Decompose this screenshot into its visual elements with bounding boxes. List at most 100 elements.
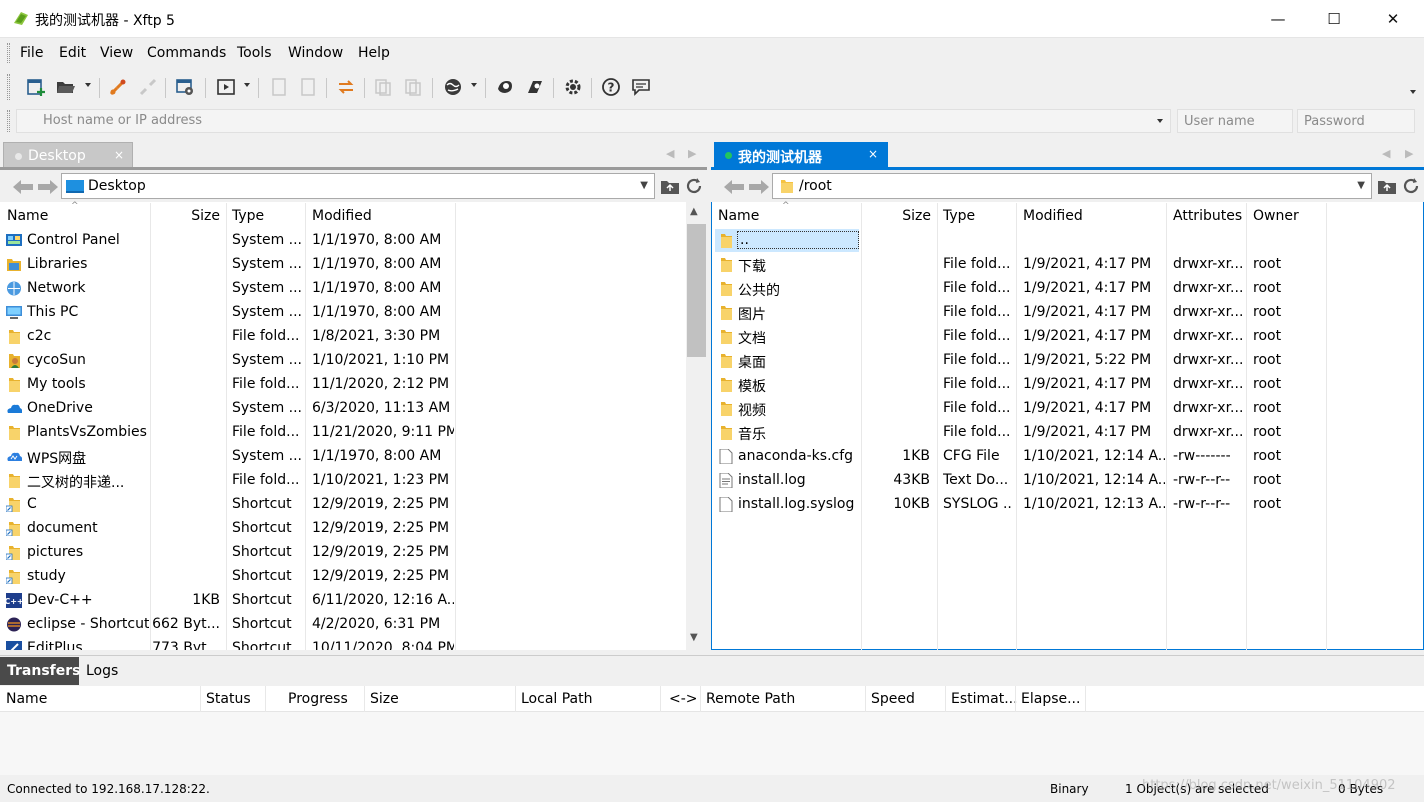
menu-window[interactable]: Window bbox=[288, 45, 343, 61]
path-dropdown-icon[interactable]: ▼ bbox=[1357, 180, 1365, 191]
host-dropdown-icon[interactable] bbox=[1157, 119, 1163, 123]
col-remote-path[interactable]: Remote Path bbox=[706, 691, 795, 707]
back-icon[interactable] bbox=[723, 179, 745, 195]
col-type[interactable]: Type bbox=[943, 203, 975, 229]
col-size[interactable]: Size bbox=[861, 203, 931, 229]
tab-close-icon[interactable]: × bbox=[114, 148, 124, 162]
col-modified[interactable]: Modified bbox=[1023, 203, 1083, 229]
file-row[interactable]: 视频 File fold... 1/9/2021, 4:17 PM drwxr-xr.… bbox=[712, 397, 1423, 421]
col-speed[interactable]: Speed bbox=[871, 691, 915, 707]
parent-dir-row[interactable]: .. bbox=[712, 229, 1423, 253]
col-estimated[interactable]: Estimat... bbox=[951, 691, 1018, 707]
xftp-icon[interactable] bbox=[524, 76, 546, 98]
scroll-up-icon[interactable]: ▲ bbox=[690, 206, 698, 217]
col-direction[interactable]: <-> bbox=[669, 691, 698, 707]
file-row[interactable]: 二叉树的非递... File fold... 1/10/2021, 1:23 PM bbox=[0, 469, 686, 493]
copy-icon[interactable] bbox=[297, 76, 319, 98]
tab-desktop[interactable]: Desktop × bbox=[3, 142, 133, 168]
file-row[interactable]: 下载 File fold... 1/9/2021, 4:17 PM drwxr-xr.… bbox=[712, 253, 1423, 277]
file-row[interactable]: install.log 43KB Text Do... 1/10/2021, 12:1… bbox=[712, 469, 1423, 493]
minimize-button[interactable]: — bbox=[1249, 0, 1307, 38]
file-row[interactable]: My tools File fold... 11/1/2020, 2:12 PM bbox=[0, 373, 686, 397]
paste-icon[interactable] bbox=[372, 76, 394, 98]
file-row[interactable]: Network System ... 1/1/1970, 8:00 AM bbox=[0, 277, 686, 301]
col-elapsed[interactable]: Elapse... bbox=[1021, 691, 1080, 707]
refresh-left-icon[interactable] bbox=[684, 177, 704, 195]
file-row[interactable]: anaconda-ks.cfg 1KB CFG File 1/10/2021, 12:… bbox=[712, 445, 1423, 469]
file-row[interactable]: PlantsVsZombies File fold... 11/21/2020, 9… bbox=[0, 421, 686, 445]
refresh-right-icon[interactable] bbox=[1401, 177, 1421, 195]
feedback-icon[interactable] bbox=[630, 76, 652, 98]
scroll-thumb[interactable] bbox=[687, 224, 706, 357]
tab-logs[interactable]: Logs bbox=[86, 663, 118, 679]
menu-edit[interactable]: Edit bbox=[59, 45, 86, 61]
close-button[interactable]: ✕ bbox=[1364, 0, 1422, 38]
host-input[interactable]: Host name or IP address bbox=[16, 109, 1171, 133]
parent-folder-icon[interactable] bbox=[660, 177, 680, 195]
left-scrollbar[interactable]: ▲ ▼ bbox=[686, 202, 707, 650]
web-icon[interactable] bbox=[442, 76, 464, 98]
col-transfer-name[interactable]: Name bbox=[6, 691, 47, 707]
menu-help[interactable]: Help bbox=[358, 45, 390, 61]
file-row[interactable]: 图片 File fold... 1/9/2021, 4:17 PM drwxr-xr.… bbox=[712, 301, 1423, 325]
transfer-dropdown-icon[interactable] bbox=[244, 83, 250, 87]
left-path-box[interactable]: Desktop ▼ bbox=[61, 173, 655, 199]
col-attributes[interactable]: Attributes bbox=[1173, 203, 1242, 229]
open-dropdown-icon[interactable] bbox=[85, 83, 91, 87]
sync-icon[interactable] bbox=[335, 76, 357, 98]
path-dropdown-icon[interactable]: ▼ bbox=[640, 180, 648, 191]
file-row[interactable]: document Shortcut 12/9/2019, 2:25 PM bbox=[0, 517, 686, 541]
username-input[interactable]: User name bbox=[1177, 109, 1293, 133]
tab-scroll-right-icon[interactable]: ▶ bbox=[688, 147, 696, 160]
new-session-icon[interactable] bbox=[25, 76, 47, 98]
col-local-path[interactable]: Local Path bbox=[521, 691, 593, 707]
back-icon[interactable] bbox=[12, 179, 34, 195]
connect-icon[interactable] bbox=[107, 76, 129, 98]
file-row[interactable]: c2c File fold... 1/8/2021, 3:30 PM bbox=[0, 325, 686, 349]
paste-into-icon[interactable] bbox=[402, 76, 424, 98]
web-dropdown-icon[interactable] bbox=[471, 83, 477, 87]
file-row[interactable]: Control Panel System ... 1/1/1970, 8:00 AM bbox=[0, 229, 686, 253]
col-size[interactable]: Size bbox=[150, 203, 220, 229]
tab-close-icon[interactable]: × bbox=[868, 147, 878, 161]
file-row[interactable]: pictures Shortcut 12/9/2019, 2:25 PM bbox=[0, 541, 686, 565]
file-row[interactable]: 公共的 File fold... 1/9/2021, 4:17 PM drwxr-xr… bbox=[712, 277, 1423, 301]
refresh-icon[interactable] bbox=[268, 76, 290, 98]
right-path-box[interactable]: /root ▼ bbox=[772, 173, 1372, 199]
file-row[interactable]: OneDrive System ... 6/3/2020, 11:13 AM bbox=[0, 397, 686, 421]
col-name[interactable]: Name bbox=[7, 203, 48, 229]
tab-scroll-left-icon[interactable]: ◀ bbox=[666, 147, 674, 160]
parent-folder-icon[interactable] bbox=[1377, 177, 1397, 195]
toolbar-overflow-icon[interactable] bbox=[1410, 90, 1416, 94]
file-row[interactable]: cycoSun System ... 1/10/2021, 1:10 PM bbox=[0, 349, 686, 373]
menu-view[interactable]: View bbox=[100, 45, 133, 61]
file-row[interactable]: eclipse - Shortcut 662 Byt... Shortcut 4/2/… bbox=[0, 613, 686, 637]
file-row[interactable]: 文档 File fold... 1/9/2021, 4:17 PM drwxr-xr.… bbox=[712, 325, 1423, 349]
scroll-down-icon[interactable]: ▼ bbox=[690, 632, 698, 643]
file-row[interactable]: install.log.syslog 10KB SYSLOG ... 1/10/202… bbox=[712, 493, 1423, 517]
file-row[interactable]: study Shortcut 12/9/2019, 2:25 PM bbox=[0, 565, 686, 589]
col-name[interactable]: Name bbox=[718, 203, 759, 229]
menu-commands[interactable]: Commands bbox=[147, 45, 226, 61]
file-row[interactable]: EditPlus 773 Byt... Shortcut 10/11/2020, 8:… bbox=[0, 637, 686, 650]
password-input[interactable]: Password bbox=[1297, 109, 1415, 133]
forward-icon[interactable] bbox=[748, 179, 770, 195]
file-row[interactable]: Libraries System ... 1/1/1970, 8:00 AM bbox=[0, 253, 686, 277]
file-row[interactable]: 模板 File fold... 1/9/2021, 4:17 PM drwxr-xr.… bbox=[712, 373, 1423, 397]
menu-file[interactable]: File bbox=[20, 45, 43, 61]
col-modified[interactable]: Modified bbox=[312, 203, 372, 229]
maximize-button[interactable]: ☐ bbox=[1305, 0, 1363, 38]
file-row[interactable]: C Shortcut 12/9/2019, 2:25 PM bbox=[0, 493, 686, 517]
session-properties-icon[interactable] bbox=[174, 76, 196, 98]
open-folder-icon[interactable] bbox=[55, 76, 77, 98]
file-row[interactable]: WPS网盘 System ... 1/1/1970, 8:00 AM bbox=[0, 445, 686, 469]
tab-remote-session[interactable]: 我的测试机器 × bbox=[714, 142, 888, 168]
col-status[interactable]: Status bbox=[206, 691, 251, 707]
options-icon[interactable] bbox=[562, 76, 584, 98]
xshell-icon[interactable] bbox=[494, 76, 516, 98]
file-row[interactable]: 桌面 File fold... 1/9/2021, 5:22 PM drwxr-xr.… bbox=[712, 349, 1423, 373]
forward-icon[interactable] bbox=[37, 179, 59, 195]
file-row[interactable]: 音乐 File fold... 1/9/2021, 4:17 PM drwxr-xr.… bbox=[712, 421, 1423, 445]
help-icon[interactable]: ? bbox=[600, 76, 622, 98]
disconnect-icon[interactable] bbox=[137, 76, 159, 98]
